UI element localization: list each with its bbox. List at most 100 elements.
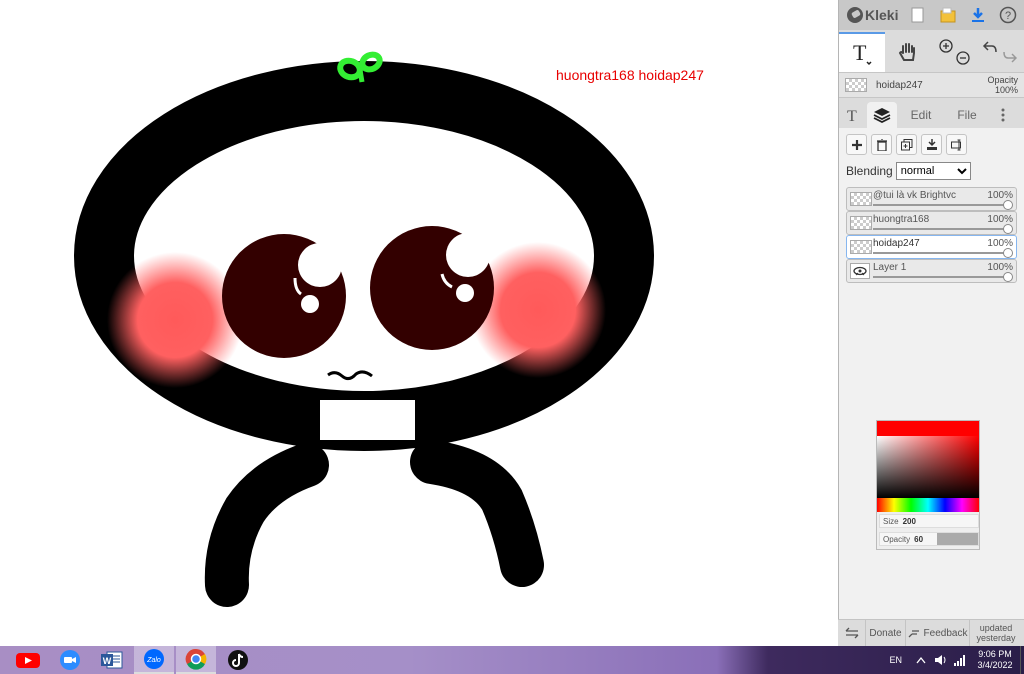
clock-date: 3/4/2022 [977, 660, 1013, 670]
redo-icon [1003, 51, 1018, 63]
saturation-value-area[interactable] [877, 436, 979, 498]
trash-icon [876, 138, 887, 151]
network-icon[interactable] [954, 654, 966, 666]
feedback-label: Feedback [923, 627, 968, 639]
current-layer-opacity-label: Opacity [987, 75, 1018, 85]
brush-opacity-label: Opacity [883, 534, 911, 544]
svg-text:W: W [103, 656, 112, 666]
zalo-icon: Zalo [144, 649, 164, 669]
tab-layers[interactable] [867, 102, 897, 128]
hand-icon [898, 43, 915, 61]
blending-select[interactable]: normal [895, 162, 971, 180]
drawing-canvas[interactable]: huongtra168 hoidap247 [0, 0, 838, 646]
layer-item[interactable]: Layer 1 100% [846, 259, 1017, 283]
layer-opacity-knob[interactable] [1003, 224, 1013, 234]
layer-item-selected[interactable]: hoidap247 100% [846, 235, 1017, 259]
clock-time: 9:06 PM [978, 649, 1012, 659]
feedback-link[interactable]: Feedback [906, 620, 970, 646]
layer-opacity-slider[interactable] [873, 228, 1007, 230]
canvas-artwork [74, 51, 654, 607]
text-tab-icon: T [847, 108, 857, 123]
hand-tool[interactable] [885, 32, 931, 72]
swap-side-button[interactable] [838, 620, 866, 646]
layer-opacity-knob[interactable] [1003, 248, 1013, 258]
tab-edit[interactable]: Edit [897, 102, 945, 128]
language-indicator[interactable]: EN [889, 655, 902, 665]
download-icon [972, 8, 984, 22]
hue-slider[interactable] [877, 498, 979, 512]
donate-link[interactable]: Donate [866, 620, 906, 646]
save-image-button[interactable] [963, 0, 993, 30]
zalo-label: Zalo [146, 657, 161, 664]
help-button[interactable]: ? [993, 0, 1023, 30]
tab-file[interactable]: File [945, 102, 989, 128]
taskbar-tiktok[interactable] [218, 646, 258, 674]
kleki-logo[interactable]: Kleki [839, 7, 903, 23]
rename-layer-button[interactable] [946, 134, 967, 155]
hidden-eye-icon[interactable] [850, 263, 870, 279]
brush-opacity-value: 60 [914, 534, 924, 544]
open-image-button[interactable] [933, 0, 963, 30]
brush-opacity-slider[interactable]: Opacity 60 [879, 532, 979, 546]
more-menu-button[interactable] [989, 102, 1017, 128]
top-bar: Kleki ? [839, 0, 1024, 30]
tiktok-icon [228, 650, 248, 670]
updated-line-1: updated [979, 623, 1013, 633]
chevron-up-icon[interactable] [916, 656, 926, 664]
layer-thumbnail [850, 192, 872, 206]
panel-tabs: T Edit File [839, 102, 1024, 128]
plus-icon [851, 139, 862, 150]
layer-thumbnail [850, 240, 872, 254]
layers-icon [873, 108, 891, 123]
add-layer-button[interactable] [846, 134, 867, 155]
current-layer-thumbnail [845, 78, 867, 92]
layers-panel: Blending normal @tui là vk Brightvc 100%… [839, 128, 1024, 660]
svg-text:T: T [847, 108, 857, 123]
more-vertical-icon [1001, 108, 1005, 122]
svg-text:T: T [853, 40, 867, 65]
sidebar-footer: Donate Feedback updated yesterday [838, 619, 1024, 646]
brush-size-slider[interactable]: Size 200 [879, 514, 979, 528]
layer-item[interactable]: huongtra168 100% [846, 211, 1017, 235]
canvas-text: huongtra168 hoidap247 [556, 67, 704, 83]
taskbar-youtube[interactable] [8, 646, 48, 674]
show-desktop-button[interactable] [1020, 646, 1024, 674]
duplicate-layer-button[interactable] [896, 134, 917, 155]
layer-opacity-knob[interactable] [1003, 200, 1013, 210]
layer-name: @tui là vk Brightvc [873, 190, 956, 201]
layer-list: @tui là vk Brightvc 100% huongtra168 100… [839, 187, 1024, 283]
swap-arrows-icon [845, 627, 858, 639]
layer-opacity-knob[interactable] [1003, 272, 1013, 282]
merge-layer-button[interactable] [921, 134, 942, 155]
new-image-button[interactable] [903, 0, 933, 30]
undo-icon [982, 41, 997, 53]
layer-opacity-slider[interactable] [873, 204, 1007, 206]
layer-item[interactable]: @tui là vk Brightvc 100% [846, 187, 1017, 211]
delete-layer-button[interactable] [871, 134, 892, 155]
blending-label: Blending [846, 164, 893, 178]
clock[interactable]: 9:06 PM 3/4/2022 [970, 649, 1020, 671]
layer-opacity-slider[interactable] [873, 276, 1007, 278]
layer-name: hoidap247 [873, 238, 920, 249]
rename-icon [950, 139, 961, 150]
logo-text: Kleki [865, 7, 899, 23]
text-tool[interactable]: T [839, 32, 885, 72]
windows-taskbar: W Zalo EN 9:06 PM 3/4/2022 [0, 646, 1024, 674]
taskbar-word[interactable]: W [92, 646, 132, 674]
taskbar-chrome[interactable] [176, 646, 216, 674]
taskbar-zoom[interactable] [50, 646, 90, 674]
right-arm [410, 440, 544, 587]
changelog-link[interactable]: updated yesterday [970, 623, 1022, 643]
taskbar-zalo[interactable]: Zalo [134, 646, 174, 674]
help-icon: ? [999, 6, 1017, 24]
volume-icon[interactable] [934, 654, 948, 666]
youtube-icon [16, 653, 40, 668]
current-layer-name: hoidap247 [876, 79, 923, 91]
color-picker: Size 200 Opacity 60 [876, 420, 980, 550]
svg-text:?: ? [1005, 10, 1011, 22]
current-color-swatch[interactable] [877, 421, 979, 436]
duplicate-icon [900, 138, 912, 150]
layer-opacity-slider[interactable] [873, 252, 1007, 254]
tool-row: T [839, 32, 1024, 72]
tab-tool-settings[interactable]: T [839, 102, 867, 128]
